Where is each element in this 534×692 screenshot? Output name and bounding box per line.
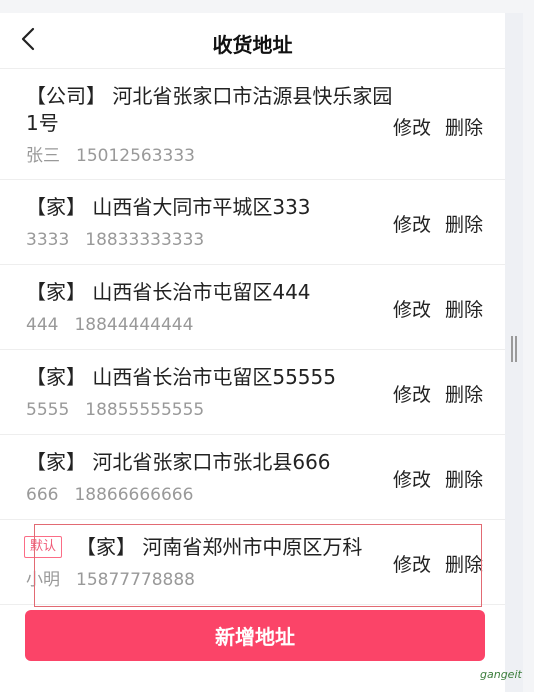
edit-button[interactable]: 修改	[393, 465, 431, 492]
contact-phone: 18844444444	[74, 315, 194, 335]
contact-phone: 18866666666	[74, 485, 194, 505]
address-item[interactable]: 【家】 河北省张家口市张北县666 666 18866666666 修改 删除	[0, 435, 505, 520]
add-address-button[interactable]: 新增地址	[25, 610, 485, 661]
watermark: gangeit	[480, 668, 522, 681]
address-tag: 【家】	[26, 450, 86, 474]
delete-button[interactable]: 删除	[445, 465, 483, 492]
contact-name: 666	[26, 485, 59, 505]
edit-button[interactable]: 修改	[393, 210, 431, 237]
page-title: 收货地址	[212, 33, 293, 57]
address-item-default[interactable]: 默认 【家】 河南省郑州市中原区万科 小明 15877778888 修改 删除	[0, 520, 505, 605]
contact-phone: 15012563333	[76, 146, 195, 166]
address-detail: 山西省长治市屯留区444	[92, 280, 311, 304]
contact-phone: 18833333333	[85, 230, 205, 250]
address-item[interactable]: 【家】 山西省大同市平城区333 3333 18833333333 修改 删除	[0, 180, 505, 265]
address-item[interactable]: 【公司】 河北省张家口市沽源县快乐家园1号 张三 15012563333 修改 删…	[0, 69, 505, 180]
address-detail: 山西省长治市屯留区55555	[92, 365, 336, 389]
contact-name: 3333	[26, 230, 70, 250]
address-tag: 【家】	[26, 365, 86, 389]
contact-name: 5555	[26, 400, 70, 420]
address-text: 【家】 山西省长治市屯留区55555	[26, 364, 396, 391]
address-text: 【家】 山西省长治市屯留区444	[26, 279, 396, 306]
contact-phone: 15877778888	[76, 570, 195, 590]
edit-button[interactable]: 修改	[393, 113, 431, 140]
delete-button[interactable]: 删除	[445, 550, 483, 577]
contact-name: 张三	[26, 146, 60, 166]
edit-button[interactable]: 修改	[393, 550, 431, 577]
contact-info: 小明 15877778888	[26, 569, 195, 591]
edit-button[interactable]: 修改	[393, 295, 431, 322]
delete-button[interactable]: 删除	[445, 113, 483, 140]
delete-button[interactable]: 删除	[445, 210, 483, 237]
address-text: 【家】 河南省郑州市中原区万科	[76, 534, 386, 561]
contact-info: 3333 18833333333	[26, 229, 204, 251]
address-item[interactable]: 【家】 山西省长治市屯留区55555 5555 18855555555 修改 删除	[0, 350, 505, 435]
contact-info: 张三 15012563333	[26, 145, 195, 167]
address-detail: 河南省郑州市中原区万科	[142, 535, 363, 559]
address-detail: 河北省张家口市张北县666	[92, 450, 331, 474]
contact-name: 小明	[26, 570, 60, 590]
delete-button[interactable]: 删除	[445, 380, 483, 407]
nav-bar: 收货地址	[0, 13, 505, 69]
default-badge: 默认	[24, 536, 63, 558]
address-item[interactable]: 【家】 山西省长治市屯留区444 444 18844444444 修改 删除	[0, 265, 505, 350]
contact-phone: 18855555555	[85, 400, 205, 420]
contact-info: 444 18844444444	[26, 314, 193, 336]
address-text: 【公司】 河北省张家口市沽源县快乐家园1号	[26, 83, 396, 137]
edit-button[interactable]: 修改	[393, 380, 431, 407]
delete-button[interactable]: 删除	[445, 295, 483, 322]
address-text: 【家】 山西省大同市平城区333	[26, 194, 396, 221]
scroll-handle[interactable]	[511, 336, 517, 362]
address-tag: 【家】	[76, 535, 136, 559]
contact-info: 5555 18855555555	[26, 399, 204, 421]
address-detail: 山西省大同市平城区333	[92, 195, 311, 219]
contact-name: 444	[26, 315, 59, 335]
address-tag: 【家】	[26, 195, 86, 219]
address-tag: 【公司】	[26, 84, 106, 108]
contact-info: 666 18866666666	[26, 484, 193, 506]
address-page: 收货地址 【公司】 河北省张家口市沽源县快乐家园1号 张三 15012563333…	[0, 13, 505, 692]
address-text: 【家】 河北省张家口市张北县666	[26, 449, 396, 476]
address-tag: 【家】	[26, 280, 86, 304]
